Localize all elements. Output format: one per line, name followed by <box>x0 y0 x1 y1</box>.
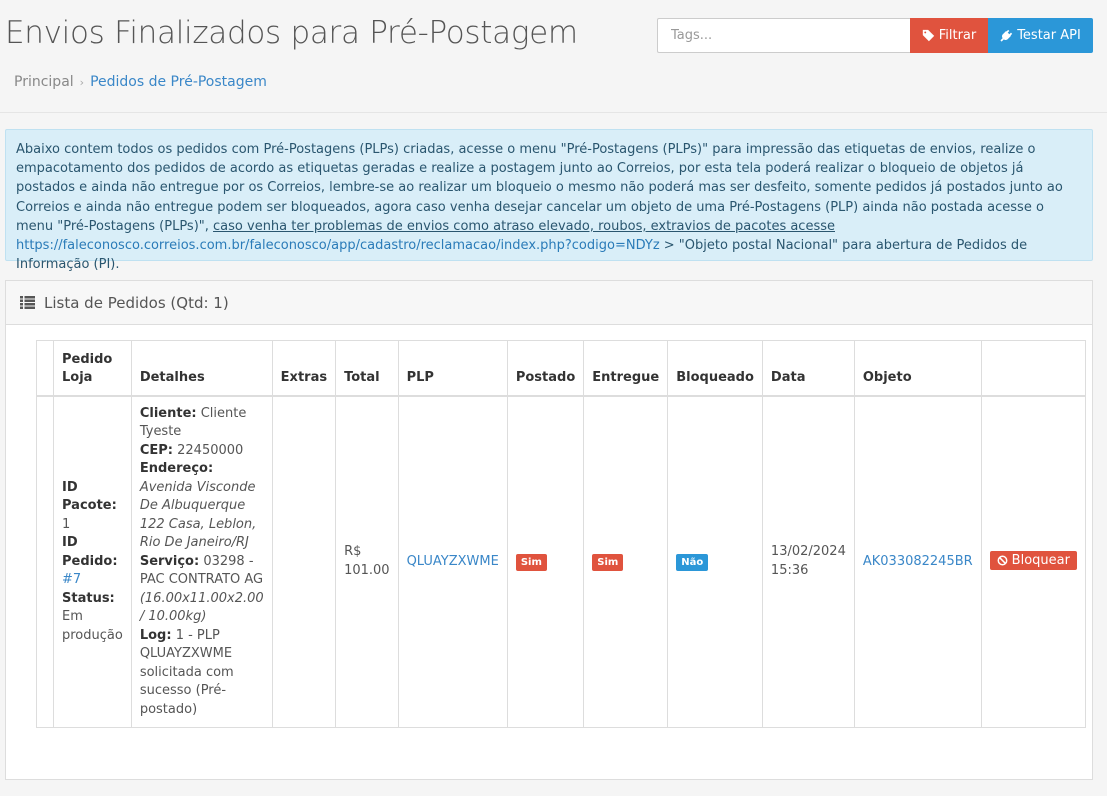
cliente-label: Cliente: <box>139 405 197 421</box>
cell-extras <box>271 395 337 728</box>
bloqueado-badge: Não <box>676 553 709 571</box>
id-pacote-value: 1 <box>62 516 71 532</box>
col-plp: PLP <box>397 340 508 397</box>
breadcrumb-current[interactable]: Pedidos de Pré-Postagem <box>90 74 267 90</box>
objeto-link[interactable]: AK033082245BR <box>863 554 973 569</box>
cell-actions: Bloquear <box>980 395 1086 728</box>
cell-plp: QLUAYZXWME <box>397 395 508 728</box>
cell-data: 13/02/2024 15:36 <box>761 395 855 728</box>
cell-postado: Sim <box>506 395 585 728</box>
id-pedido-link[interactable]: #7 <box>62 572 81 587</box>
panel-heading: Lista de Pedidos (Qtd: 1) <box>6 281 1092 325</box>
col-pedido-loja: Pedido Loja <box>53 340 132 397</box>
breadcrumb-separator: › <box>79 76 85 89</box>
page-title: Envios Finalizados para Pré-Postagem <box>5 15 578 51</box>
block-button[interactable]: Bloquear <box>989 551 1077 570</box>
orders-table: Pedido Loja Detalhes Extras Total PLP Po… <box>36 340 1086 728</box>
orders-panel: Lista de Pedidos (Qtd: 1) Pedido Loja De… <box>5 280 1093 780</box>
col-extras: Extras <box>271 340 337 397</box>
cell-objeto: AK033082245BR <box>853 395 982 728</box>
panel-title: Lista de Pedidos (Qtd: 1) <box>44 293 229 312</box>
cell-bloqueado: Não <box>667 395 763 728</box>
cell-select <box>36 395 54 728</box>
dimensoes-value: (16.00x11.00x2.00 / 10.00kg) <box>139 590 264 625</box>
test-api-button-label: Testar API <box>1017 28 1081 43</box>
col-postado: Postado <box>506 340 585 397</box>
postado-badge: Sim <box>515 553 547 571</box>
breadcrumb: Principal › Pedidos de Pré-Postagem <box>14 74 267 90</box>
block-button-label: Bloquear <box>1011 553 1070 568</box>
col-entregue: Entregue <box>583 340 669 397</box>
entregue-badge: Sim <box>592 553 624 571</box>
status-value: Em produção <box>62 609 123 643</box>
cep-value: 22450000 <box>177 442 244 458</box>
table-row: ID Pacote: 1 ID Pedido: #7 Status: Em pr… <box>36 395 1086 728</box>
cell-entregue: Sim <box>583 395 669 728</box>
filter-button-label: Filtrar <box>938 28 977 43</box>
col-total: Total <box>335 340 399 397</box>
col-actions <box>980 340 1086 397</box>
col-data: Data <box>761 340 855 397</box>
alert-link[interactable]: https://faleconosco.correios.com.br/fale… <box>16 238 660 253</box>
ban-icon <box>997 555 1008 566</box>
cell-total: R$ 101.00 <box>335 395 399 728</box>
tag-icon <box>922 29 934 42</box>
cell-detalhes: Cliente: Cliente Tyeste CEP: 22450000 En… <box>130 395 273 728</box>
filter-button[interactable]: Filtrar <box>910 18 988 53</box>
alert-underlined-text: caso venha ter problemas de envios como … <box>213 218 835 234</box>
plug-icon <box>1000 29 1013 42</box>
id-pedido-label: ID Pedido: <box>62 535 118 569</box>
endereco-label: Endereço: <box>139 461 214 476</box>
plp-link[interactable]: QLUAYZXWME <box>407 554 499 569</box>
info-alert: Abaixo contem todos os pedidos com Pré-P… <box>5 129 1093 272</box>
endereco-value: Avenida Visconde De Albuquerque 122 Casa… <box>139 479 257 551</box>
table-header-row: Pedido Loja Detalhes Extras Total PLP Po… <box>36 340 1086 397</box>
test-api-button[interactable]: Testar API <box>988 18 1093 53</box>
breadcrumb-home[interactable]: Principal <box>14 74 74 90</box>
status-label: Status: <box>62 590 115 606</box>
col-bloqueado: Bloqueado <box>667 340 763 397</box>
page-header: Envios Finalizados para Pré-Postagem Pri… <box>0 0 1107 113</box>
cell-pedido-loja: ID Pacote: 1 ID Pedido: #7 Status: Em pr… <box>53 395 132 728</box>
id-pacote-label: ID Pacote: <box>62 479 117 514</box>
log-label: Log: <box>139 627 172 643</box>
col-select <box>36 340 54 397</box>
col-objeto: Objeto <box>853 340 982 397</box>
list-icon <box>20 296 35 309</box>
cep-label: CEP: <box>139 442 173 458</box>
tags-input[interactable] <box>657 18 910 53</box>
col-detalhes: Detalhes <box>130 340 273 397</box>
servico-label: Serviço: <box>139 553 200 569</box>
